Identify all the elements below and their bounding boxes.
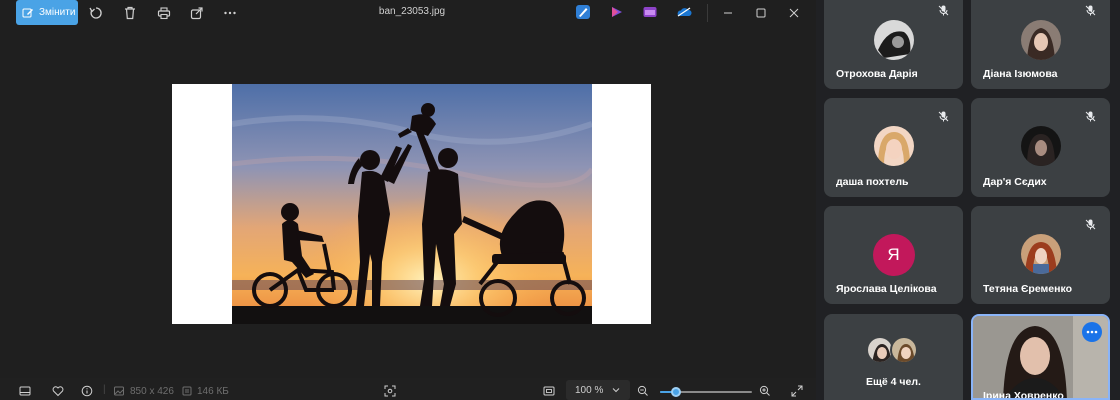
participant-tile[interactable]: даша похтель — [824, 98, 963, 197]
participant-name: Отрохова Дарія — [836, 68, 918, 80]
edit-button-label: Змінити — [39, 7, 76, 18]
image-canvas[interactable] — [172, 84, 651, 324]
avatar — [890, 336, 918, 364]
zoom-out-icon[interactable] — [636, 384, 650, 398]
more-icon[interactable] — [222, 5, 238, 21]
edit-app-icon[interactable] — [576, 5, 590, 19]
clipchamp-icon[interactable] — [610, 5, 624, 19]
screen: Змінити ban_23053.jpg | 850 x 426 146 КБ… — [0, 0, 1120, 400]
participant-name: Ярослава Целікова — [836, 283, 937, 295]
more-participants-tile[interactable]: Ещё 4 чел. — [824, 314, 963, 400]
mic-off-icon — [1082, 216, 1098, 232]
delete-icon[interactable] — [122, 5, 138, 21]
onedrive-icon[interactable] — [676, 5, 692, 19]
fullscreen-icon[interactable] — [790, 384, 804, 398]
letter-avatar: Я — [872, 234, 915, 276]
zoom-dropdown[interactable]: 100 % — [566, 380, 630, 400]
filmstrip-icon[interactable] — [18, 384, 32, 398]
participant-tile[interactable]: Я Ярослава Целікова — [824, 206, 963, 304]
viewer-statusbar: | 850 x 426 146 КБ — [0, 378, 816, 400]
mic-off-icon — [935, 2, 951, 18]
filesize-icon — [180, 384, 194, 398]
more-options-icon[interactable] — [1082, 322, 1102, 342]
avatar — [1020, 126, 1061, 166]
image-dimensions: 850 x 426 — [130, 386, 174, 397]
family-sunset-photo — [232, 84, 592, 324]
participant-name: Дар'я Сєдих — [983, 176, 1047, 188]
mic-off-icon — [1082, 108, 1098, 124]
print-icon[interactable] — [156, 5, 172, 21]
status-divider: | — [103, 384, 106, 395]
participant-tile[interactable]: Діана Ізюмова — [971, 0, 1110, 89]
participant-tile[interactable]: Отрохова Дарія — [824, 0, 963, 89]
minimize-icon[interactable] — [719, 4, 737, 22]
avatar — [873, 20, 914, 60]
favorite-icon[interactable] — [51, 384, 65, 398]
info-icon[interactable] — [80, 384, 94, 398]
maximize-icon[interactable] — [752, 4, 770, 22]
window-separator — [707, 4, 708, 22]
zoom-value: 100 % — [575, 384, 604, 396]
file-size: 146 КБ — [197, 386, 229, 397]
mic-off-icon — [1082, 2, 1098, 18]
participant-tile[interactable]: Тетяна Єременко — [971, 206, 1110, 304]
participant-tile-video[interactable]: Ірина Ховренко — [971, 314, 1110, 400]
participant-name: Ещё 4 чел. — [866, 376, 921, 388]
participant-name: Діана Ізюмова — [983, 68, 1058, 80]
rotate-icon[interactable] — [88, 5, 104, 21]
close-icon[interactable] — [785, 4, 803, 22]
photo-viewer-window: Змінити ban_23053.jpg | 850 x 426 146 КБ… — [0, 0, 816, 400]
chevron-down-icon — [613, 388, 620, 393]
edit-icon — [22, 8, 33, 17]
avatar — [873, 126, 914, 166]
video-editor-icon[interactable] — [643, 5, 657, 19]
dimensions-icon — [112, 384, 126, 398]
participant-name: даша похтель — [836, 176, 909, 188]
share-icon[interactable] — [189, 5, 205, 21]
fit-to-window-icon[interactable] — [542, 384, 556, 398]
file-name: ban_23053.jpg — [378, 6, 446, 17]
viewer-toolbar: Змінити ban_23053.jpg — [0, 0, 816, 26]
mic-off-icon — [935, 108, 951, 124]
avatar — [1020, 234, 1061, 274]
avatar — [1020, 20, 1061, 60]
zoom-in-icon[interactable] — [758, 384, 772, 398]
participant-name: Ірина Ховренко — [983, 390, 1064, 400]
visual-search-icon[interactable] — [383, 384, 397, 398]
participant-name: Тетяна Єременко — [983, 283, 1073, 295]
edit-button[interactable]: Змінити — [16, 0, 78, 25]
participant-tile[interactable]: Дар'я Сєдих — [971, 98, 1110, 197]
zoom-slider-thumb[interactable] — [671, 387, 681, 397]
